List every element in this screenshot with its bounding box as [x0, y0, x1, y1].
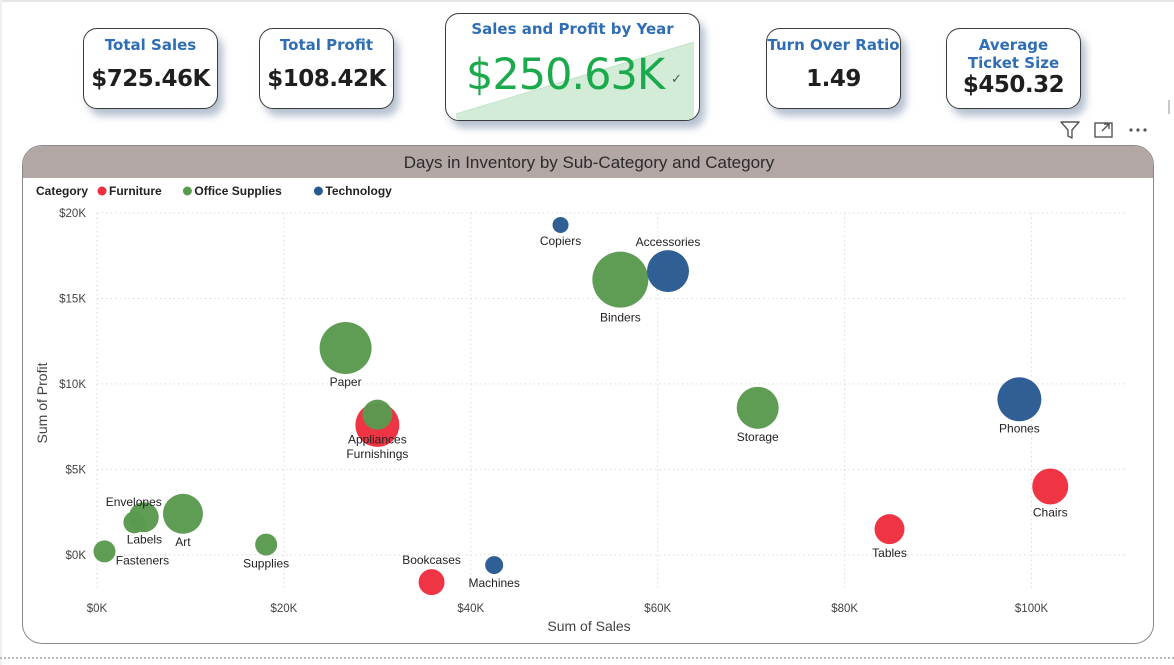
bubble-label: Tables: [872, 546, 907, 560]
kpi-title-total-profit: Total Profit: [279, 36, 374, 54]
x-axis-title: Sum of Sales: [547, 618, 630, 634]
bubble-fasteners: [93, 540, 116, 563]
kpi-value-turnover-ratio: 1.49: [806, 66, 861, 92]
page-top-border: [0, 0, 1174, 2]
bubble-storage: [736, 386, 779, 429]
kpi-title-total-sales: Total Sales: [104, 36, 197, 54]
bubble-label: Copiers: [540, 234, 581, 248]
more-options-icon[interactable]: [1127, 120, 1149, 140]
bubble-label: Paper: [330, 375, 362, 389]
check-icon: ✓: [671, 72, 682, 87]
y-tick-label: $10K: [59, 379, 86, 391]
focus-mode-icon[interactable]: [1093, 120, 1115, 140]
y-tick-label: $0K: [66, 550, 87, 562]
bubble-label: Art: [175, 535, 191, 549]
bubble-labels: [123, 511, 146, 534]
legend-marker: [97, 186, 107, 196]
kpi-card-total-profit[interactable]: Total Profit $108.42K: [259, 28, 394, 109]
filter-icon[interactable]: [1059, 120, 1081, 140]
scatter-chart-card[interactable]: Days in Inventory by Sub-Category and Ca…: [22, 145, 1154, 644]
legend-item: Office Supplies: [194, 184, 282, 198]
kpi-title-average-ticket: Average Ticket Size: [967, 36, 1060, 72]
bubble-art: [162, 493, 203, 534]
legend-title: Category: [36, 184, 88, 198]
bubble-label: Labels: [127, 532, 162, 546]
scatter-plot[interactable]: $0K $5K $10K $15K $20K $0K $20K $40K $60K $80K $10…: [23, 146, 1154, 644]
legend-marker: [313, 186, 323, 196]
y-tick-label: $5K: [66, 464, 87, 476]
legend-item: Technology: [325, 184, 392, 198]
bubble-label: Bookcases: [402, 553, 461, 567]
kpi-value-total-sales: $725.46K: [91, 66, 210, 92]
x-tick-label: $60K: [644, 603, 671, 615]
kpi-card-total-sales[interactable]: Total Sales $725.46K: [83, 28, 218, 109]
kpi-value-total-profit: $108.42K: [267, 66, 386, 92]
bubble-label: Supplies: [243, 557, 289, 571]
bubble-label: Machines: [469, 576, 520, 590]
kpi-title-turnover-ratio: Turn Over Ratio: [767, 36, 900, 54]
x-tick-label: $20K: [270, 603, 297, 615]
bubble-appliances: [362, 399, 393, 430]
kpi-title-sales-profit-year: Sales and Profit by Year: [471, 20, 674, 38]
y-tick-label: $15K: [59, 293, 86, 305]
bubble-label: Accessories: [636, 235, 701, 249]
y-tick-label: $20K: [59, 208, 86, 220]
page-left-border: [0, 0, 2, 665]
bubble-label: Phones: [999, 421, 1040, 435]
bubble-bookcases: [418, 569, 445, 596]
kpi-value-sales-profit-year: $250.63K: [466, 50, 665, 100]
bubble-paper: [319, 322, 372, 375]
bubble-label: Binders: [600, 311, 641, 325]
legend-marker: [182, 186, 192, 196]
bubble-label: Furnishings: [346, 447, 408, 461]
bubble-binders: [592, 251, 649, 308]
bubble-phones: [997, 377, 1042, 422]
bubble-label: Chairs: [1033, 505, 1068, 519]
kpi-card-turnover-ratio[interactable]: Turn Over Ratio 1.49: [766, 28, 901, 109]
kpi-value-average-ticket: $450.32: [962, 72, 1065, 98]
x-tick-label: $0K: [87, 603, 108, 615]
x-tick-label: $100K: [1015, 603, 1049, 615]
bubble-tables: [874, 514, 905, 545]
legend-item: Furniture: [109, 184, 162, 198]
bubble-supplies: [255, 533, 278, 556]
bubble-label: Storage: [737, 430, 779, 444]
page-bottom-divider: [0, 657, 1174, 659]
bubble-label: Envelopes: [106, 495, 162, 509]
bubble-accessories: [647, 250, 690, 293]
bubble-copiers: [552, 216, 569, 233]
bubble-label: Fasteners: [116, 553, 169, 567]
scroll-edge-marker: [1168, 100, 1170, 114]
x-tick-label: $40K: [457, 603, 484, 615]
bubble-chairs: [1032, 468, 1069, 505]
bubble-machines: [485, 556, 504, 575]
bubble-label: Appliances: [348, 433, 407, 447]
kpi-card-average-ticket[interactable]: Average Ticket Size $450.32: [946, 28, 1081, 109]
x-tick-label: $80K: [831, 603, 858, 615]
kpi-card-sales-profit-year[interactable]: Sales and Profit by Year $250.63K ✓: [445, 13, 700, 121]
y-axis-title: Sum of Profit: [34, 362, 50, 443]
